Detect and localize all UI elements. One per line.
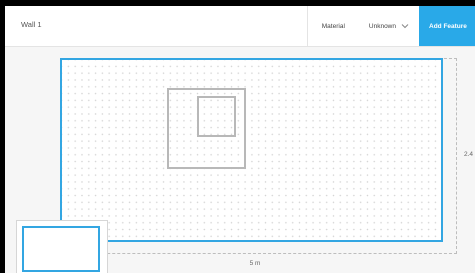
page-title: Wall 1 <box>21 20 42 29</box>
wall-canvas[interactable]: 5 m 2.4 <box>5 47 475 273</box>
add-feature-label: Add Feature <box>429 22 467 30</box>
material-select-value: Unknown <box>368 22 396 30</box>
wall-editor-window: Wall 1 Material Unknown Add Feature 5 m … <box>5 6 475 273</box>
add-feature-button[interactable]: Add Feature <box>419 6 475 46</box>
wall-feature-outer[interactable] <box>167 88 246 169</box>
chevron-down-icon <box>401 24 409 29</box>
wall-rectangle[interactable] <box>60 58 443 242</box>
minimap-wall-preview <box>22 226 100 272</box>
header-bar: Wall 1 Material Unknown Add Feature <box>5 6 475 47</box>
wall-height-dimension: 2.4 <box>464 151 474 158</box>
minimap-panel[interactable] <box>16 220 108 273</box>
material-label: Material <box>321 22 345 30</box>
header-actions: Material Unknown Add Feature <box>306 6 475 46</box>
material-select[interactable]: Unknown <box>359 6 419 46</box>
wall-width-dimension: 5 m <box>249 260 261 267</box>
wall-feature-inner[interactable] <box>197 96 236 137</box>
